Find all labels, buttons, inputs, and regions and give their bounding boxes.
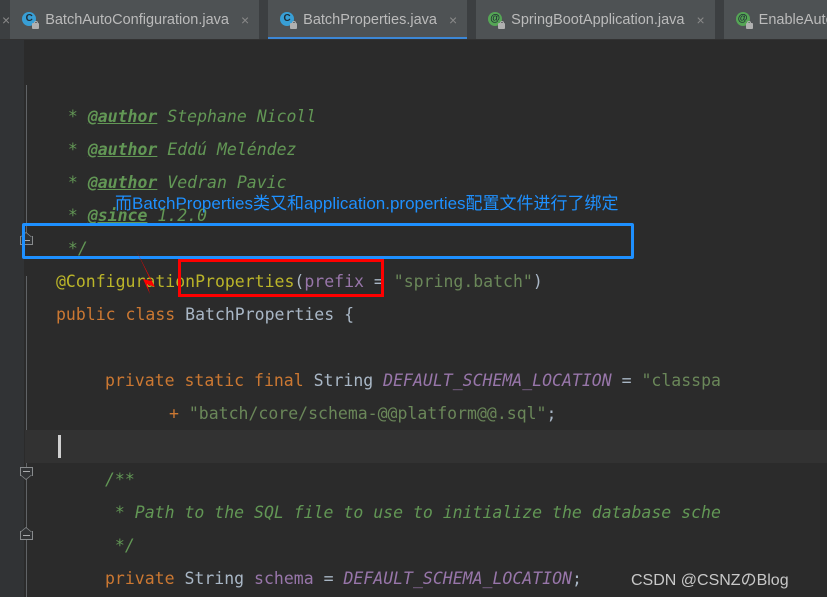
code-token: @ConfigurationProperties <box>56 272 295 291</box>
code-line: */ <box>105 529 135 562</box>
code-token: prefix <box>304 272 364 291</box>
code-token: */ <box>105 536 135 555</box>
code-token: DEFAULT_SCHEMA_LOCATION <box>343 569 572 588</box>
code-token: DEFAULT_SCHEMA_LOCATION <box>383 371 612 390</box>
code-editor[interactable]: * @author Stephane Nicoll * @author Eddú… <box>0 40 827 597</box>
code-line: */ <box>58 232 88 265</box>
code-token: Eddú Meléndez <box>157 140 297 159</box>
code-token: * <box>58 206 88 225</box>
editor-tab-label: EnableAutoC <box>758 12 827 28</box>
tab-edge-close-icon[interactable]: × <box>0 0 11 39</box>
code-token: @author <box>87 140 158 159</box>
java-class-icon: C <box>22 12 40 29</box>
code-line: private String schema = DEFAULT_SCHEMA_L… <box>105 562 582 595</box>
code-token: Vedran Pavic <box>157 173 287 192</box>
editor-tab-batchautoconfiguration[interactable]: C BatchAutoConfiguration.java × <box>10 0 260 39</box>
editor-tab-label: BatchAutoConfiguration.java <box>45 12 229 28</box>
code-line: + "batch/core/schema-@@platform@@.sql"; <box>169 397 556 430</box>
editor-tab-batchproperties[interactable]: C BatchProperties.java × <box>268 0 468 39</box>
code-line: public class BatchProperties { <box>56 298 354 331</box>
tab-separator <box>467 0 477 39</box>
current-line-highlight <box>25 430 827 463</box>
lock-icon <box>745 20 753 29</box>
code-token: ) <box>532 272 543 291</box>
chinese-annotation-note: 而BatchProperties类又和application.propertie… <box>115 194 619 213</box>
code-token: private static final <box>105 371 314 390</box>
tab-separator <box>714 0 724 39</box>
code-token: ; <box>571 569 582 588</box>
java-class-icon: C <box>280 12 298 29</box>
csdn-watermark: CSDN @CSNZのBlog <box>631 572 789 589</box>
code-token: @author <box>87 173 158 192</box>
code-token: private <box>105 569 185 588</box>
code-token: "classpa <box>641 371 721 390</box>
editor-tab-label: BatchProperties.java <box>303 12 437 28</box>
java-annotation-icon: @ <box>488 12 506 29</box>
code-token: ; <box>546 404 557 423</box>
code-line: /** <box>105 463 135 496</box>
close-icon[interactable]: × <box>241 13 249 27</box>
code-token: schema <box>254 569 314 588</box>
editor-gutter[interactable] <box>0 40 24 597</box>
tab-separator <box>259 0 269 39</box>
java-annotation-icon: @ <box>735 12 753 29</box>
code-token: Stephane Nicoll <box>157 107 317 126</box>
ide-editor-window: × C BatchAutoConfiguration.java × C Batc… <box>0 0 827 597</box>
code-line: * @author Stephane Nicoll <box>58 100 316 133</box>
code-line: * @author Eddú Meléndez <box>58 133 297 166</box>
code-token: @author <box>87 107 158 126</box>
code-text-area[interactable]: * @author Stephane Nicoll * @author Eddú… <box>25 40 827 597</box>
code-token: BatchProperties <box>185 305 335 324</box>
editor-tab-bar: × C BatchAutoConfiguration.java × C Batc… <box>0 0 827 40</box>
close-icon[interactable]: × <box>696 13 704 27</box>
code-token: * <box>58 173 88 192</box>
code-token: String <box>184 569 245 588</box>
code-token: /** <box>105 470 135 489</box>
code-token: String <box>313 371 374 390</box>
code-token: "spring.batch" <box>393 272 533 291</box>
code-line: private static final String DEFAULT_SCHE… <box>105 364 721 397</box>
lock-icon <box>498 20 506 29</box>
code-token: */ <box>58 239 88 258</box>
code-line: @ConfigurationProperties(prefix = "sprin… <box>56 265 543 298</box>
lock-icon <box>290 20 298 29</box>
text-caret <box>58 435 61 458</box>
editor-tab-springbootapplication[interactable]: @ SpringBootApplication.java × <box>476 0 715 39</box>
code-token: * <box>58 107 88 126</box>
code-line: * Path to the SQL file to use to initial… <box>105 496 721 529</box>
code-token: "batch/core/schema-@@platform@@.sql" <box>188 404 547 423</box>
code-token: public class <box>56 305 186 324</box>
code-token: = <box>313 569 344 588</box>
editor-tab-label: SpringBootApplication.java <box>511 12 685 28</box>
editor-tab-enableautoconfiguration[interactable]: @ EnableAutoC <box>723 0 827 39</box>
code-token: * Path to the SQL file to use to initial… <box>105 503 721 522</box>
code-token: * <box>58 140 88 159</box>
code-token: { <box>334 305 355 324</box>
code-token: = <box>611 371 642 390</box>
code-token: = <box>363 272 394 291</box>
code-token: + <box>169 404 189 423</box>
lock-icon <box>32 20 40 29</box>
code-token: ( <box>294 272 305 291</box>
close-icon[interactable]: × <box>449 13 457 27</box>
